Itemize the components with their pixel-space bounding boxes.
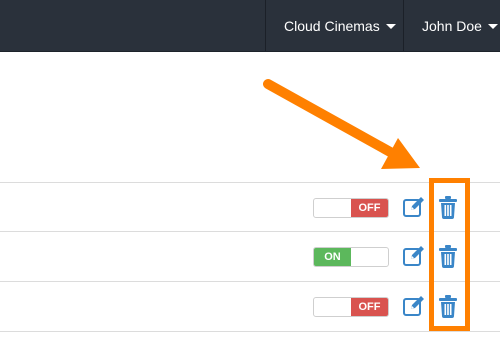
annotation-arrow-icon <box>263 79 420 169</box>
annotation-highlight-box <box>429 178 470 331</box>
